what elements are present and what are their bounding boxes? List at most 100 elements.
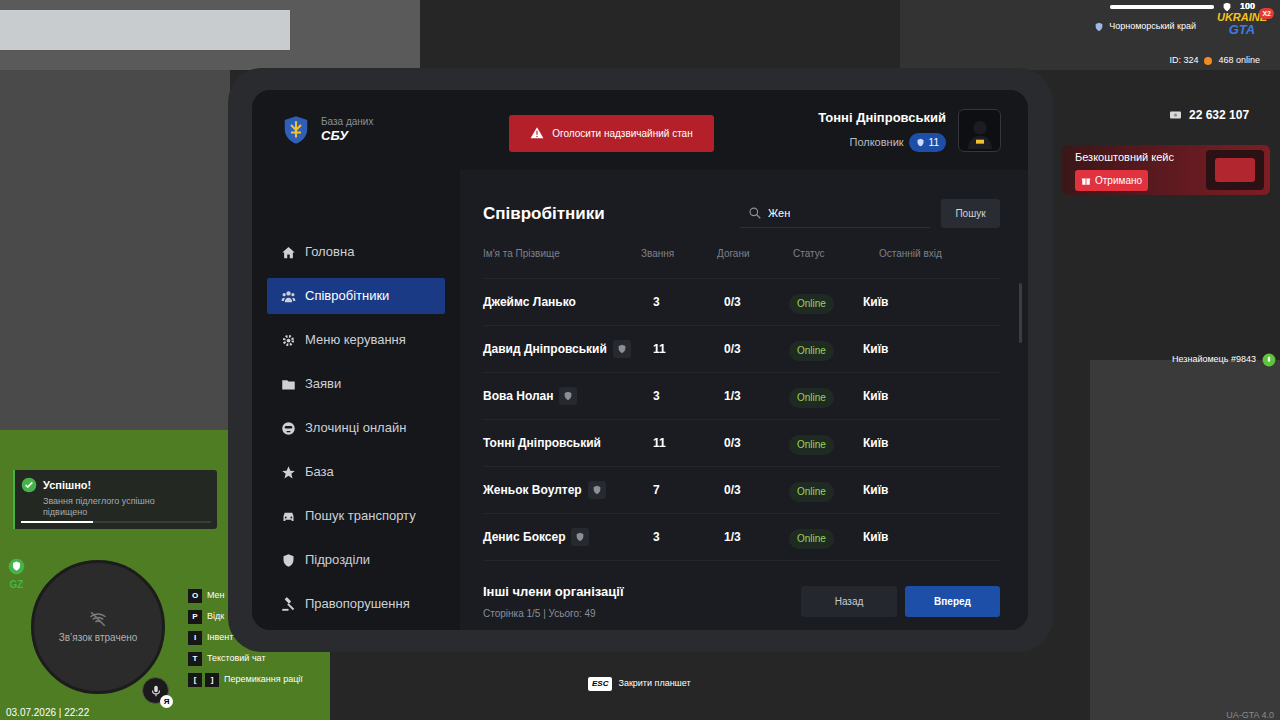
table-row[interactable]: Тонні Дніпровський110/3OnlineКиїв	[483, 420, 1000, 467]
emergency-button[interactable]: Оголосити надзвичайний стан	[509, 115, 714, 152]
game-screen: Чорноморський крайUKRAINEGTAX2ID: 324468…	[0, 0, 1280, 720]
key-cap[interactable]: ]	[205, 673, 219, 687]
user-name: Тонні Дніпровський	[818, 108, 946, 128]
next-button[interactable]: Вперед	[905, 586, 1000, 617]
notification-accent	[13, 470, 15, 529]
sidebar-item[interactable]: Співробітники	[267, 278, 445, 314]
check-icon	[21, 477, 37, 493]
notification-title: Успішно!	[43, 477, 91, 494]
armor-fill	[1110, 5, 1214, 9]
shield-icon	[592, 485, 602, 495]
table-row[interactable]: Вова Нолан31/3OnlineКиїв	[483, 373, 1000, 420]
locker	[1090, 360, 1280, 720]
key-hints: OМенPВідкIІнвентTТекстовий чат[]Перемика…	[188, 589, 303, 687]
rank-cell: 11	[641, 434, 717, 452]
search-input[interactable]	[768, 205, 930, 222]
sidebar-item[interactable]: Меню керування	[267, 322, 445, 358]
armor-value: 100	[1240, 0, 1255, 14]
sidebar-item-label[interactable]: Пошук транспорту	[305, 506, 416, 526]
key-cap[interactable]: I	[188, 631, 202, 645]
key-group: O	[188, 589, 202, 603]
status-pill: Online	[789, 435, 834, 455]
shield-badge	[613, 340, 631, 358]
prev-button-text[interactable]: Назад	[835, 594, 864, 609]
sidebar-item-label[interactable]: Меню керування	[305, 330, 406, 350]
case-box	[1215, 158, 1255, 182]
key-hint: []Перемикання рації	[188, 673, 303, 687]
key-cap[interactable]: O	[188, 589, 202, 603]
key-hint-label: Відк	[207, 610, 224, 624]
sidebar-item-label[interactable]: Головна	[305, 242, 354, 262]
last-login-cell: Київ	[857, 434, 1000, 452]
last-login-cell: Київ	[857, 293, 1000, 311]
search-button[interactable]: Пошук	[941, 199, 1000, 228]
sidebar-item-label[interactable]: Заяви	[305, 374, 341, 394]
table-row[interactable]: Давид Дніпровський110/3OnlineКиїв	[483, 326, 1000, 373]
key-cap[interactable]: T	[188, 652, 202, 666]
shield-badge	[588, 481, 606, 499]
user-info: Тонні ДніпровськийПолковник11	[818, 108, 946, 152]
reprimands-cell: 0/3	[717, 293, 787, 311]
table-row[interactable]: Джеймс Ланько30/3OnlineКиїв	[483, 279, 1000, 326]
key-cap[interactable]: P	[188, 610, 202, 624]
status-pill: Online	[789, 529, 834, 549]
key-hint-label: Текстовий чат	[207, 652, 266, 666]
emergency-button-text[interactable]: Оголосити надзвичайний стан	[552, 126, 692, 141]
promo-button-text[interactable]: Отримано	[1095, 173, 1142, 188]
table-row[interactable]: Денис Боксер31/3OnlineКиїв	[483, 514, 1000, 561]
shield-icon	[575, 532, 585, 542]
armor-track	[1110, 5, 1214, 9]
sidebar-item[interactable]: Заяви	[267, 366, 445, 402]
employee-name: Джеймс Ланько	[483, 293, 576, 311]
shield-badge	[559, 387, 577, 405]
sidebar-item-label[interactable]: Підрозділи	[305, 550, 370, 570]
tablet-screen: База данихСБУОголосити надзвичайний стан…	[252, 90, 1028, 630]
status-cell: Online	[787, 384, 857, 408]
search-field[interactable]	[740, 199, 930, 228]
table-row[interactable]: Женьок Воултер70/3OnlineКиїв	[483, 467, 1000, 514]
key-cap[interactable]: [	[188, 673, 202, 687]
tablet-body: Головна Співробітники Меню керування Заяви З…	[252, 170, 1028, 630]
esc-key[interactable]: ESC	[588, 677, 612, 691]
name-cell: Тонні Дніпровський	[483, 434, 641, 452]
shield-icon	[563, 391, 573, 401]
logo-line2: GTA	[1229, 23, 1255, 36]
table-header: Ім'я та ПрізвищеЗванняДоганиСтатусОстанн…	[483, 243, 1000, 263]
avatar-figure-icon	[964, 115, 996, 151]
promo-card[interactable]: Безкоштовний кейсОтримано	[1062, 145, 1270, 195]
armor-row: 100	[1110, 0, 1255, 14]
footer-title: Інші члени організації	[483, 582, 624, 602]
prev-button[interactable]: Назад	[801, 586, 897, 617]
player-id: ID: 324	[1169, 54, 1198, 68]
minimap: Зв’язок втрачено	[31, 560, 165, 694]
table-footer: Інші члени організаціїСторінка 1/5 | Усь…	[483, 582, 1000, 621]
sidebar-item[interactable]: Злочинці онлайн	[267, 410, 445, 446]
scrollbar-thumb[interactable]	[1019, 283, 1022, 343]
next-button-text[interactable]: Вперед	[934, 594, 971, 609]
mic-indicator: Я	[142, 677, 169, 704]
user-avatar	[958, 109, 1001, 152]
sidebar-item[interactable]: Правопорушення	[267, 586, 445, 622]
zone-indicator: GZ	[8, 558, 25, 592]
tablet-header: База данихСБУОголосити надзвичайний стан…	[252, 90, 1028, 170]
sidebar-item-label[interactable]: Правопорушення	[305, 594, 410, 614]
region-shield-icon	[1094, 22, 1104, 32]
wall	[0, 70, 230, 430]
sidebar-item-label[interactable]: База	[305, 462, 334, 482]
status-cell: Online	[787, 478, 857, 502]
content-title-row: СпівробітникиПошук	[483, 199, 1000, 228]
sidebar-item[interactable]: Підрозділи	[267, 542, 445, 578]
warning-icon	[530, 126, 544, 140]
money-value: 22 632 107	[1189, 106, 1249, 124]
sidebar-item-label[interactable]: Злочинці онлайн	[305, 418, 406, 438]
sidebar-item-icon	[281, 333, 296, 348]
sidebar-item[interactable]: База	[267, 454, 445, 490]
sidebar-item-icon	[281, 465, 296, 480]
column-header: Ім'я та Прізвище	[483, 246, 641, 261]
sidebar-item[interactable]: Пошук транспорту	[267, 498, 445, 534]
promo-button[interactable]: Отримано	[1075, 170, 1148, 191]
sidebar-item-label[interactable]: Співробітники	[305, 286, 389, 306]
sidebar-item[interactable]: Головна	[267, 234, 445, 270]
search-button-text[interactable]: Пошук	[955, 206, 985, 221]
close-hint: ESCЗакрити планшет	[588, 677, 691, 691]
